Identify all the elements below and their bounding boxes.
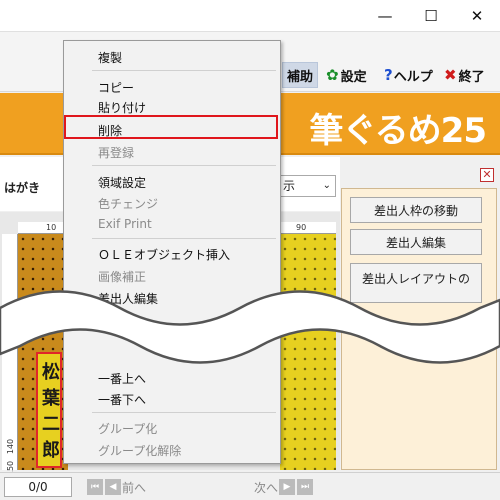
x-icon: ✖ (444, 66, 457, 84)
minimize-icon: — (377, 7, 393, 25)
highlight-box (64, 115, 278, 139)
addressee-char: 葉 (42, 388, 60, 409)
next-page-icon[interactable]: ▶ (279, 479, 296, 495)
question-icon: ? (384, 66, 393, 84)
close-panel-button[interactable]: ✕ (480, 168, 494, 182)
prev-nav[interactable]: ⏮ ◀ 前へ (86, 477, 146, 497)
menu-item-color-change: 色チェンジ (98, 197, 159, 211)
menu-item-delete[interactable]: 削除 (98, 122, 122, 139)
menu-item-paste[interactable]: 貼り付け (98, 99, 146, 116)
exit-button[interactable]: ✖ 終了 (444, 62, 485, 88)
menu-item-insert-ole[interactable]: ＯＬＥオブジェクト挿入 (98, 246, 230, 263)
addressee-char: 郎 (42, 440, 60, 461)
maximize-icon: ☐ (424, 7, 438, 25)
maximize-button[interactable]: ☐ (408, 0, 454, 32)
move-sender-frame-button[interactable]: 差出人枠の移動 (350, 197, 482, 223)
settings-button[interactable]: ✿ 設定 (326, 62, 367, 88)
exit-label: 終了 (458, 69, 485, 85)
chevron-down-icon: ⌄ (322, 180, 331, 191)
next-nav[interactable]: 次へ ▶ ⏭ (254, 477, 314, 497)
window-titlebar: — ☐ ✕ (0, 0, 500, 32)
addressee-char: 二 (42, 414, 60, 435)
minimize-button[interactable]: — (362, 0, 408, 32)
ruler-top-label: 10 (46, 223, 57, 232)
prev-label: 前へ (122, 480, 147, 495)
context-menu: 複製 コピー 貼り付け 削除 再登録 領域設定 色チェンジ Exif Print… (63, 40, 281, 464)
bottom-bar: 0/0 ⏮ ◀ 前へ 次へ ▶ ⏭ (0, 472, 500, 500)
hojo-button[interactable]: 補助 (282, 62, 319, 88)
help-label: ヘルプ (393, 69, 433, 85)
app-title: 筆ぐるめ25 (309, 111, 487, 151)
menu-item-copy[interactable]: コピー (98, 79, 134, 96)
page-indicator: 0/0 (4, 477, 72, 497)
menu-item-send-to-back[interactable]: 一番下へ (98, 391, 146, 408)
ruler-top-label: 90 (296, 223, 307, 232)
menu-item-reregister: 再登録 (98, 146, 135, 160)
wave-cut-overlay (0, 290, 500, 364)
close-icon: ✕ (470, 7, 484, 25)
first-page-icon[interactable]: ⏮ (87, 479, 103, 495)
help-button[interactable]: ? ヘルプ (384, 62, 433, 88)
close-window-button[interactable]: ✕ (454, 0, 500, 32)
menu-item-group: グループ化 (98, 422, 158, 436)
settings-label: 設定 (340, 69, 367, 85)
next-label: 次へ (254, 480, 279, 495)
gear-icon: ✿ (326, 66, 339, 84)
ruler-left-label: 140 (6, 438, 16, 455)
prev-page-icon[interactable]: ◀ (105, 479, 121, 495)
menu-item-exif-print: Exif Print (98, 217, 152, 231)
menu-item-region-settings[interactable]: 領域設定 (98, 174, 146, 191)
view-select-value: 示 (283, 179, 296, 193)
edit-sender-button[interactable]: 差出人編集 (350, 229, 482, 255)
menu-item-ungroup: グループ化解除 (98, 444, 182, 458)
hojo-label: 補助 (287, 69, 314, 85)
menu-item-duplicate[interactable]: 複製 (98, 49, 122, 66)
hagaki-label: はがき (4, 181, 41, 195)
last-page-icon[interactable]: ⏭ (297, 479, 314, 495)
